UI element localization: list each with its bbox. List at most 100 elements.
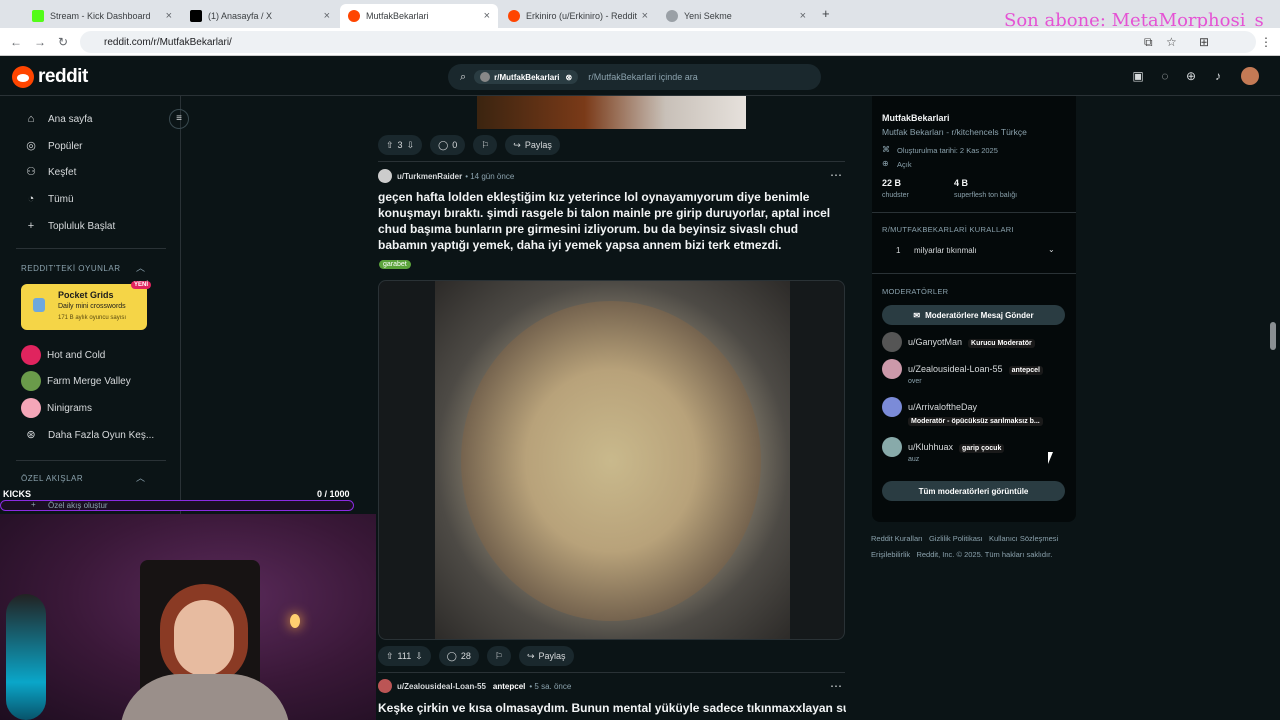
- farm-merge-icon: [21, 371, 41, 391]
- moderator-item[interactable]: u/Kluhhuax garip çocuk auz: [882, 437, 1005, 463]
- sidebar-game-item[interactable]: Ninigrams: [21, 398, 92, 418]
- community-name: MutfakBekarlari: [882, 113, 950, 123]
- chevron-up-icon[interactable]: ︿: [136, 471, 145, 484]
- new-tab-icon[interactable]: +: [822, 6, 830, 21]
- footer-link[interactable]: Reddit Kuralları: [871, 534, 923, 543]
- clear-icon[interactable]: ⊗: [566, 73, 573, 82]
- cake-icon: ⌘: [882, 145, 890, 154]
- vote-buttons[interactable]: ⇧ 3 ⇩: [378, 135, 423, 155]
- user-avatar[interactable]: [1241, 67, 1259, 85]
- share-button[interactable]: ↪ Paylaş: [505, 135, 560, 155]
- award-button[interactable]: ⚐: [473, 135, 498, 155]
- close-icon[interactable]: ×: [166, 10, 172, 22]
- post-image[interactable]: [378, 280, 845, 640]
- post-title[interactable]: geçen hafta lolden ekleştiğim kız yeteri…: [378, 189, 846, 253]
- post-flair[interactable]: garabet: [379, 260, 411, 269]
- message-moderators-button[interactable]: ✉ Moderatörlere Mesaj Gönder: [882, 305, 1065, 325]
- reddit-logo[interactable]: reddit: [12, 66, 88, 88]
- post-author[interactable]: u/Zealousideal-Loan-55: [397, 682, 486, 691]
- award-button[interactable]: ⚐: [486, 646, 511, 666]
- explore-icon: ⚇: [26, 166, 36, 178]
- subreddit-chip[interactable]: r/MutfakBekarlari ⊗: [474, 70, 579, 84]
- close-icon[interactable]: ×: [642, 10, 648, 22]
- sidebar-game-item[interactable]: Farm Merge Valley: [21, 371, 131, 391]
- moderator-avatar: [882, 397, 902, 417]
- reload-icon[interactable]: ↻: [58, 35, 68, 49]
- browser-tab-active[interactable]: MutfakBekarlari ×: [340, 4, 498, 28]
- comment-count: 0: [452, 140, 458, 150]
- browser-tab[interactable]: Yeni Sekme ×: [658, 4, 814, 28]
- custom-feeds-title[interactable]: ÖZEL AKIŞLAR: [21, 474, 83, 483]
- comments-button[interactable]: ◯ 28: [438, 646, 479, 666]
- back-icon[interactable]: ←: [10, 35, 22, 49]
- close-icon[interactable]: ×: [324, 10, 330, 22]
- ads-icon[interactable]: ▣: [1131, 69, 1145, 83]
- more-options-icon[interactable]: ⋯: [830, 168, 842, 182]
- comments-button[interactable]: ◯ 0: [430, 135, 466, 155]
- ninigrams-icon: [21, 398, 41, 418]
- sidebar-item-all[interactable]: ◔ Tümü: [24, 192, 74, 206]
- browser-tab[interactable]: Stream - Kick Dashboard ×: [24, 4, 180, 28]
- moderator-avatar: [882, 332, 902, 352]
- more-options-icon[interactable]: ⋯: [830, 679, 842, 693]
- url-field[interactable]: reddit.com/r/MutfakBekarlari/: [80, 31, 1256, 53]
- post-actions: ⇧ 3 ⇩ ◯ 0 ⚐ ↪ Paylaş: [378, 135, 560, 155]
- view-all-moderators-button[interactable]: Tüm moderatörleri görüntüle: [882, 481, 1065, 501]
- chevron-up-icon[interactable]: ︿: [136, 261, 145, 274]
- divider: [16, 460, 166, 461]
- sidebar-item-explore[interactable]: ⚇ Keşfet: [24, 165, 76, 179]
- close-icon[interactable]: ×: [484, 10, 490, 22]
- moderator-item[interactable]: u/Zealousideal-Loan-55 antepcel over: [882, 359, 1043, 385]
- browser-tab[interactable]: Erkiniro (u/Erkiniro) - Reddit ×: [500, 4, 656, 28]
- footer-links-row2: Erişilebilirlik Reddit, Inc. © 2025. Tüm…: [871, 550, 1052, 559]
- create-feed-label[interactable]: Özel akış oluştur: [48, 501, 108, 510]
- notification-bell-icon[interactable]: ♪: [1211, 69, 1225, 83]
- reddit-icon: [508, 10, 520, 22]
- forward-icon[interactable]: →: [34, 35, 46, 49]
- post-author[interactable]: u/TurkmenRaider: [397, 172, 462, 181]
- install-icon[interactable]: ⧉: [1144, 35, 1153, 50]
- downvote-icon[interactable]: ⇩: [407, 140, 415, 151]
- rule-text: milyarlar tıkınmalı: [914, 246, 977, 255]
- sidebar-game-item[interactable]: Hot and Cold: [21, 345, 105, 365]
- moderator-avatar: [882, 359, 902, 379]
- search-input[interactable]: ⌕ r/MutfakBekarlari ⊗ r/MutfakBekarlari …: [448, 64, 821, 90]
- extensions-icon[interactable]: ⊞: [1199, 35, 1209, 49]
- moderator-item[interactable]: u/GanyotMan Kurucu Moderatör: [882, 332, 1035, 352]
- vote-buttons[interactable]: ⇧ 111 ⇩: [378, 646, 431, 666]
- collapse-sidebar-icon[interactable]: ≡: [169, 109, 189, 129]
- footer-link[interactable]: Erişilebilirlik: [871, 550, 910, 559]
- close-icon[interactable]: ×: [800, 10, 806, 22]
- author-avatar[interactable]: [378, 679, 392, 693]
- moderator-item[interactable]: u/ArrivaloftheDay Moderatör - öpücüksüz s…: [882, 397, 1043, 426]
- upvote-icon[interactable]: ⇧: [386, 140, 394, 151]
- star-icon[interactable]: ☆: [1166, 35, 1177, 49]
- sidebar-item-home[interactable]: ⌂ Ana sayfa: [24, 112, 93, 126]
- scrollbar-thumb[interactable]: [1270, 322, 1276, 350]
- sidebar-item-label: Keşfet: [48, 166, 77, 178]
- previous-post-image[interactable]: [477, 96, 746, 129]
- create-post-icon[interactable]: ⊕: [1184, 69, 1198, 83]
- downvote-icon[interactable]: ⇩: [415, 651, 423, 662]
- moderator-flair: Kurucu Moderatör: [968, 339, 1035, 348]
- upvote-icon[interactable]: ⇧: [386, 651, 394, 662]
- rule-item[interactable]: 1 milyarlar tıkınmalı ⌄: [882, 241, 1066, 259]
- sidebar-item-start-community[interactable]: + Topluluk Başlat: [24, 219, 115, 233]
- sidebar-item-popular[interactable]: ◎ Popüler: [24, 139, 82, 153]
- author-avatar[interactable]: [378, 169, 392, 183]
- pocket-grids-card[interactable]: Pocket Grids Daily mini crosswords 171 B…: [21, 281, 152, 330]
- moderators-title: MODERATÖRLER: [882, 287, 949, 296]
- footer-link[interactable]: Gizlilik Politikası: [929, 534, 983, 543]
- games-section-title[interactable]: REDDIT'TEKİ OYUNLAR: [21, 264, 120, 273]
- menu-icon[interactable]: ⋮: [1260, 35, 1272, 49]
- share-icon: ↪: [526, 650, 535, 661]
- footer-link[interactable]: Kullanıcı Sözleşmesi: [989, 534, 1058, 543]
- sidebar-item-label: Topluluk Başlat: [48, 220, 116, 232]
- pocket-grids-icon: [33, 298, 45, 312]
- chat-icon[interactable]: ◌: [1158, 69, 1172, 83]
- browser-tab[interactable]: (1) Anasayfa / X ×: [182, 4, 338, 28]
- sidebar-more-games[interactable]: ⊛ Daha Fazla Oyun Keş...: [24, 428, 154, 442]
- share-button[interactable]: ↪ Paylaş: [518, 646, 574, 666]
- post-title[interactable]: Keşke çirkin ve kısa olmasaydım. Bunun m…: [378, 700, 846, 716]
- kicks-count: 0 / 1000: [317, 489, 350, 499]
